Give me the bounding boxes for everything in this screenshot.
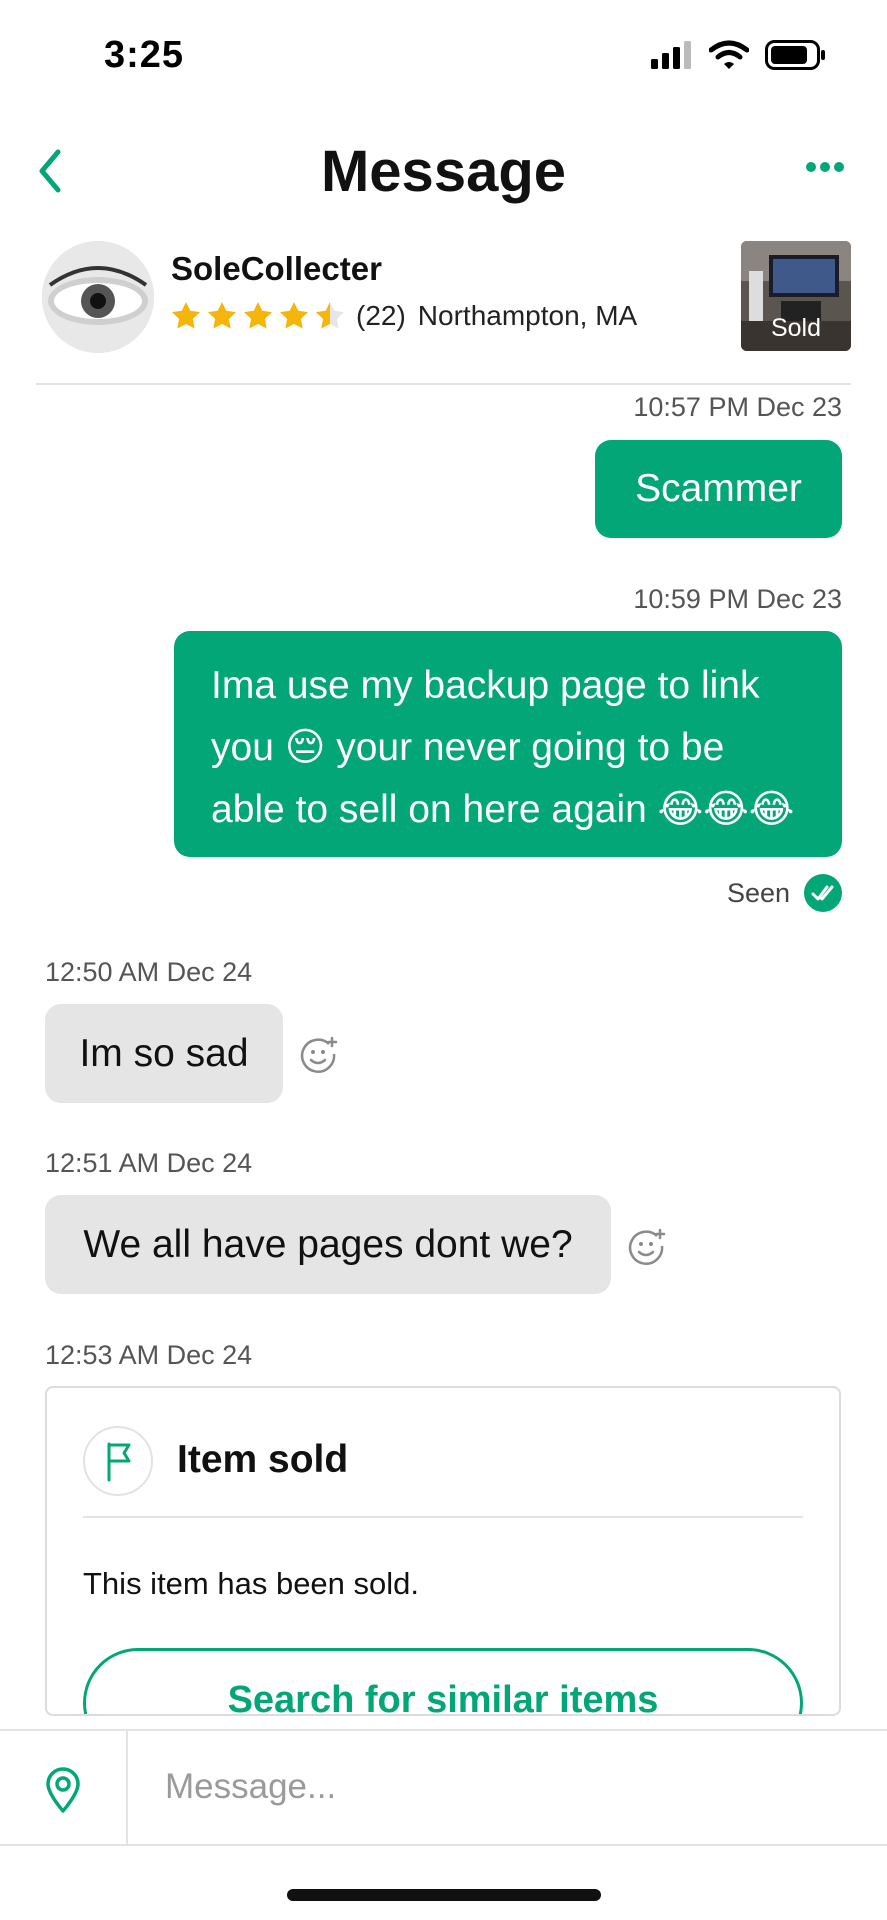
item-thumbnail[interactable]: Sold <box>741 241 851 351</box>
double-check-icon <box>804 874 842 912</box>
page-title: Message <box>320 139 567 204</box>
seen-indicator: Seen <box>727 874 842 912</box>
star-rating <box>170 300 346 332</box>
message-timestamp: 10:57 PM Dec 23 <box>633 392 842 422</box>
star-icon <box>172 302 200 329</box>
message-text: We all have pages dont we? <box>83 1223 573 1266</box>
message-text: Im so sad <box>79 1032 249 1075</box>
review-count: (22) <box>356 300 406 331</box>
battery-icon <box>765 40 825 70</box>
message-bubble-incoming[interactable]: We all have pages dont we? <box>45 1195 611 1294</box>
status-time: 3:25 <box>104 34 185 76</box>
message-bubble-incoming[interactable]: Im so sad <box>45 1004 283 1103</box>
star-icon <box>244 302 272 329</box>
seen-label: Seen <box>726 877 790 908</box>
seller-location: Northampton, MA <box>417 300 638 331</box>
message-timestamp: 10:59 PM Dec 23 <box>633 584 842 614</box>
add-reaction-icon[interactable] <box>299 1035 339 1075</box>
message-text-line: able to sell on here again 😂😂😂 <box>211 788 795 831</box>
card-body: This item has been sold. <box>83 1566 420 1601</box>
message-text: Scammer <box>635 467 802 510</box>
message-text-line: Ima use my backup page to link <box>211 664 760 707</box>
signal-icon <box>651 41 691 69</box>
header-divider <box>36 383 851 385</box>
message-timestamp: 12:51 AM Dec 24 <box>45 1148 253 1178</box>
wifi-icon <box>709 40 749 69</box>
avatar[interactable] <box>42 241 154 353</box>
message-text-line: you 😔 your never going to be <box>211 726 725 769</box>
avatar-image <box>42 241 154 353</box>
card-title: Item sold <box>177 1438 349 1481</box>
star-icon <box>208 302 236 329</box>
message-timestamp: 12:50 AM Dec 24 <box>45 957 253 987</box>
item-status-label: Sold <box>770 314 822 342</box>
seller-rating: (22) Northampton, MA <box>170 300 637 332</box>
message-composer <box>0 1729 887 1846</box>
location-pin-icon <box>46 1767 80 1813</box>
message-input[interactable] <box>140 1749 887 1825</box>
message-bubble-outgoing[interactable]: Scammer <box>595 440 842 538</box>
message-timestamp: 12:53 AM Dec 24 <box>45 1340 253 1370</box>
seller-name[interactable]: SoleCollecter <box>171 250 382 288</box>
message-bubble-outgoing[interactable]: Ima use my backup page to link you 😔 you… <box>174 631 842 857</box>
home-indicator <box>287 1889 601 1901</box>
more-icon[interactable] <box>805 160 845 174</box>
add-reaction-icon[interactable] <box>627 1227 667 1267</box>
flag-badge <box>83 1426 153 1496</box>
location-button[interactable] <box>0 1731 128 1844</box>
status-icons <box>651 40 827 70</box>
search-similar-button[interactable]: Search for similar items <box>83 1648 803 1714</box>
star-icon <box>280 302 308 329</box>
star-half-icon <box>316 302 344 329</box>
flag-icon <box>107 1442 131 1482</box>
card-divider <box>83 1516 803 1518</box>
item-sold-card: Item sold This item has been sold. Searc… <box>45 1386 841 1716</box>
